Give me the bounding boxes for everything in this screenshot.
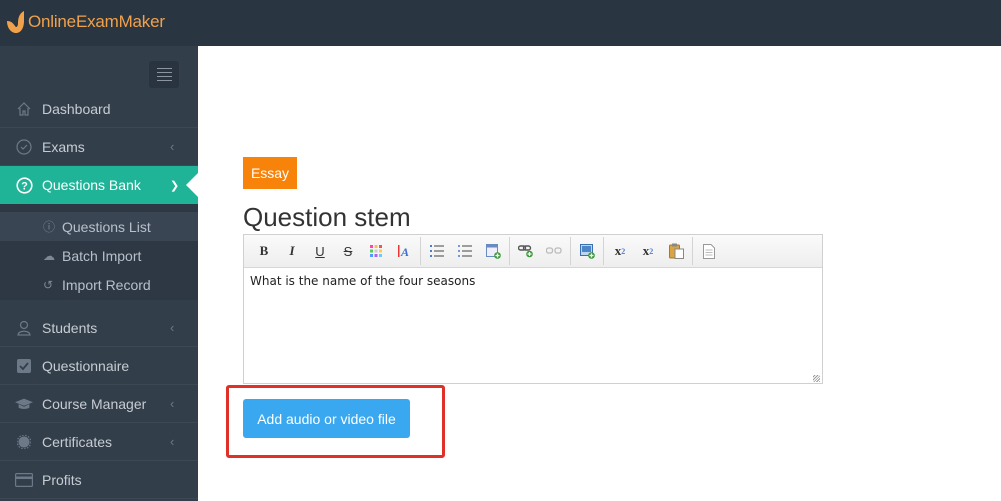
- question-circle-icon: ⓘ: [43, 220, 56, 234]
- sidebar-item-course-manager[interactable]: Course Manager ‹: [0, 385, 198, 423]
- sidebar: Dashboard Exams ‹ ? Questions Bank ❯ ⓘ Q…: [0, 46, 198, 501]
- unordered-list-icon[interactable]: [451, 239, 479, 263]
- sidebar-item-questions-bank[interactable]: ? Questions Bank ❯: [0, 166, 198, 204]
- background-color-icon[interactable]: [362, 239, 390, 263]
- hamburger-menu-icon: [156, 68, 172, 69]
- logo[interactable]: OnlineExamMaker: [4, 8, 165, 36]
- sidebar-item-exams[interactable]: Exams ‹: [0, 128, 198, 166]
- rich-text-editor: B I U S A x2 x2 What is the name of the …: [243, 234, 823, 384]
- sidebar-item-certificates[interactable]: Certificates ‹: [0, 423, 198, 461]
- checkbox-icon: [15, 357, 33, 375]
- submenu-item-import-record[interactable]: ↺ Import Record: [0, 270, 198, 299]
- resize-handle[interactable]: [813, 375, 820, 382]
- brand-name: OnlineExamMaker: [28, 12, 165, 31]
- question-stem-editor[interactable]: What is the name of the four seasons: [244, 268, 822, 384]
- home-icon: [15, 100, 33, 118]
- sidebar-toggle-button[interactable]: [149, 61, 179, 88]
- sidebar-item-students[interactable]: Students ‹: [0, 309, 198, 347]
- submenu-item-questions-list[interactable]: ⓘ Questions List: [0, 212, 198, 241]
- submenu-item-batch-import[interactable]: ☁ Batch Import: [0, 241, 198, 270]
- superscript-icon[interactable]: x2: [606, 239, 634, 263]
- svg-text:A: A: [400, 245, 409, 258]
- sidebar-item-dashboard[interactable]: Dashboard: [0, 90, 198, 128]
- questions-bank-submenu: ⓘ Questions List ☁ Batch Import ↺ Import…: [0, 204, 198, 300]
- italic-icon[interactable]: I: [278, 239, 306, 263]
- logo-icon: [7, 11, 24, 33]
- source-document-icon[interactable]: [695, 239, 723, 263]
- question-stem-text: What is the name of the four seasons: [250, 274, 476, 288]
- unlink-icon[interactable]: [540, 239, 568, 263]
- strikethrough-icon[interactable]: S: [334, 239, 362, 263]
- chevron-left-icon: ‹: [170, 434, 175, 449]
- cloud-upload-icon: ☁: [43, 248, 55, 263]
- editor-toolbar: B I U S A x2 x2: [244, 235, 822, 268]
- section-title: Question stem: [243, 202, 411, 232]
- svg-text:?: ?: [21, 180, 28, 192]
- sidebar-item-questionnaire[interactable]: Questionnaire: [0, 347, 198, 385]
- main-content: Essay Question stem B I U S A x2 x2 What…: [198, 46, 1001, 501]
- insert-image-icon[interactable]: [573, 239, 601, 263]
- question-circle-icon: ?: [15, 176, 33, 194]
- top-bar: OnlineExamMaker: [0, 0, 1001, 46]
- subscript-icon[interactable]: x2: [634, 239, 662, 263]
- graduation-cap-icon: [15, 395, 33, 413]
- check-circle-icon: [15, 138, 33, 156]
- certificate-icon: [15, 433, 33, 451]
- underline-icon[interactable]: U: [306, 239, 334, 263]
- insert-link-icon[interactable]: [512, 239, 540, 263]
- user-icon: [15, 319, 33, 337]
- text-color-icon[interactable]: A: [390, 239, 418, 263]
- chevron-left-icon: ‹: [170, 139, 175, 154]
- ordered-list-icon[interactable]: [423, 239, 451, 263]
- insert-table-icon[interactable]: [479, 239, 507, 263]
- active-indicator: [186, 173, 198, 197]
- credit-card-icon: [15, 471, 33, 489]
- history-icon: ↺: [43, 277, 54, 292]
- bold-icon[interactable]: B: [250, 239, 278, 263]
- chevron-down-icon: ❯: [170, 179, 180, 192]
- add-audio-video-button[interactable]: Add audio or video file: [243, 399, 410, 438]
- sidebar-item-profits[interactable]: Profits: [0, 461, 198, 499]
- chevron-left-icon: ‹: [170, 320, 175, 335]
- paste-icon[interactable]: [662, 239, 690, 263]
- chevron-left-icon: ‹: [170, 396, 175, 411]
- question-type-badge: Essay: [243, 157, 297, 189]
